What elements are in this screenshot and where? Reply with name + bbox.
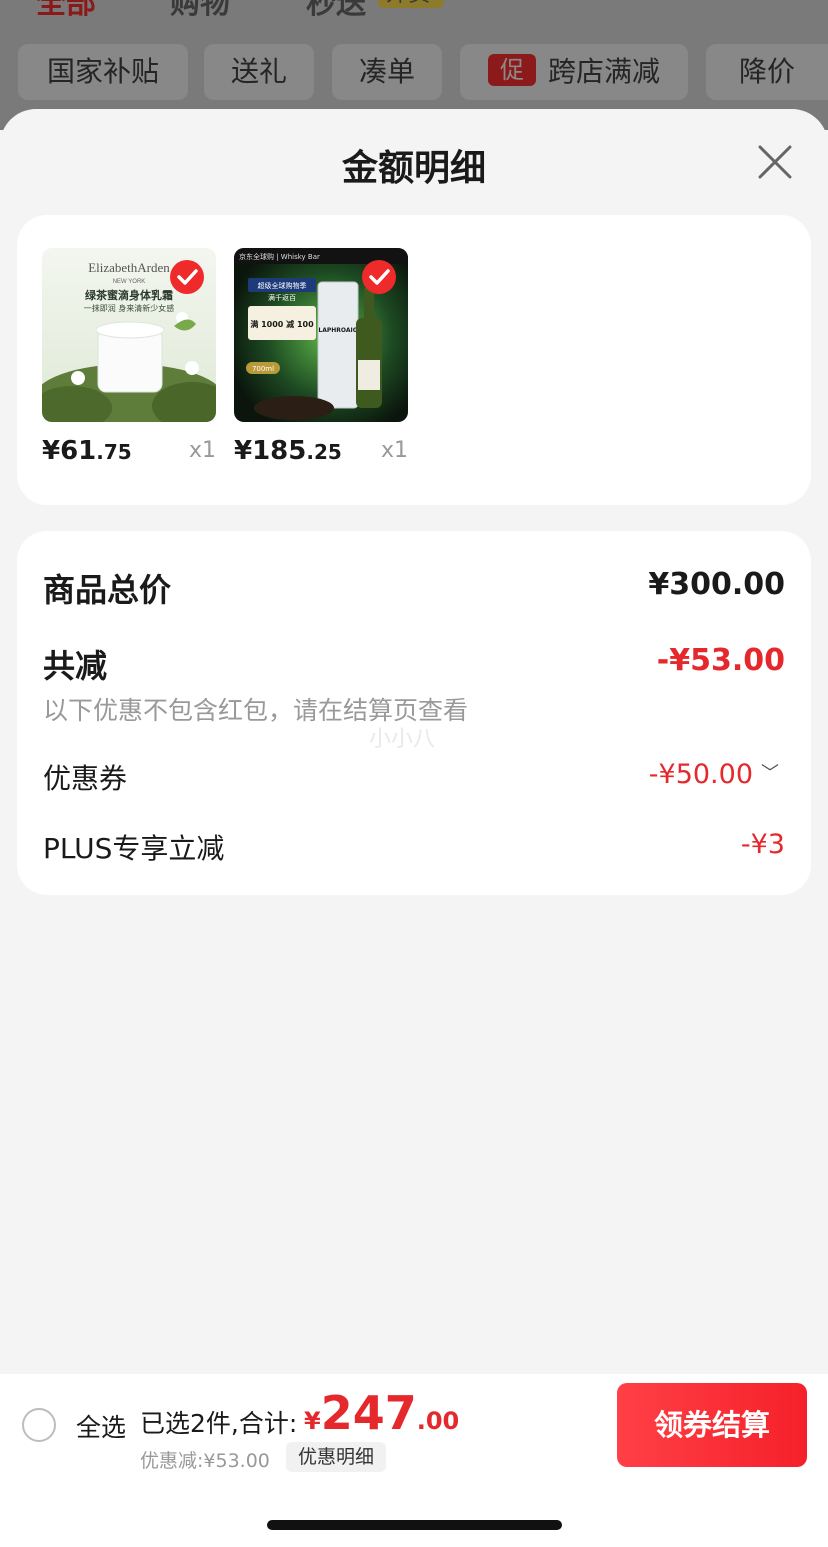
price-summary-card: 商品总价 ¥300.00 共减 -¥53.00 以下优惠不包含红包，请在结算页查…	[17, 531, 811, 895]
chevron-down-icon[interactable]: ﹀	[761, 759, 779, 785]
price-int: ¥185	[234, 436, 307, 466]
price-int: ¥61	[42, 436, 97, 466]
whisky-header-text: 京东全球购 | Whisky Bar	[239, 252, 320, 261]
chip-label: 跨店满减	[547, 55, 660, 88]
chip-label: 凑单	[358, 55, 415, 88]
checked-icon[interactable]	[362, 260, 396, 294]
product-item[interactable]: 京东全球购 | Whisky Bar 超级全球购物季 满千返百 满 1000 减…	[234, 248, 408, 472]
product-image[interactable]: 京东全球购 | Whisky Bar 超级全球购物季 满千返百 满 1000 减…	[234, 248, 408, 422]
total-int: 247	[320, 1386, 417, 1440]
total-reduction-label: 共减	[43, 647, 108, 685]
select-all-checkbox[interactable]	[22, 1408, 56, 1442]
home-indicator-area	[0, 1474, 828, 1547]
price-row: ¥185.25 x1	[234, 436, 408, 472]
product-quantity: x1	[188, 438, 216, 463]
total-reduction-value: -¥53.00	[656, 643, 785, 678]
checkout-button[interactable]: 领券结算	[617, 1383, 807, 1467]
chip-bundle: 凑单	[332, 44, 442, 100]
coupon-value[interactable]: -¥50.00 ﹀	[649, 759, 779, 790]
whisky-volume-text: 700ml	[252, 365, 274, 373]
product-price: ¥61.75	[42, 436, 132, 466]
total-price-value: ¥300.00	[648, 567, 785, 602]
amount-detail-sheet: 金额明细 ElizabethArden NEW YORK 绿茶蜜滴身体乳霜 一抹…	[0, 109, 828, 1547]
total-price-row: 商品总价 ¥300.00	[43, 565, 785, 609]
total-currency: ¥	[304, 1407, 321, 1435]
home-indicator[interactable]	[267, 1520, 562, 1530]
price-dec: .75	[96, 440, 132, 464]
chip-label: 国家补贴	[46, 55, 159, 88]
discount-detail-button[interactable]: 优惠明细	[286, 1442, 387, 1472]
tab-badge-label: 外卖	[386, 0, 430, 8]
cream-brand-sub-text: NEW YORK	[113, 279, 146, 285]
chip-price-drop: 降价	[706, 44, 828, 100]
plus-discount-label: PLUS专享立减	[43, 832, 225, 865]
chip-cross-store: 促跨店满减	[460, 44, 688, 100]
plus-discount-value: -¥3	[740, 829, 785, 860]
coupon-row[interactable]: 优惠券 -¥50.00 ﹀	[43, 757, 785, 797]
chip-label: 降价	[738, 55, 795, 88]
chip-label: 送礼	[230, 55, 287, 88]
watermark-text: 小小八	[369, 727, 436, 752]
plus-discount-row: PLUS专享立减 -¥3	[43, 827, 785, 867]
cream-tagline-sub-text: 一抹即润 身来清新少女感	[84, 303, 175, 313]
whisky-promo-line1: 超级全球购物季	[258, 281, 307, 290]
chip-gift: 送礼	[204, 44, 314, 100]
tab-all: 全部	[36, 0, 96, 21]
tab-shopping: 购物	[170, 0, 230, 21]
background-tabs: 全部 购物 秒送 外卖	[0, 0, 828, 21]
select-all-label[interactable]: 全选	[76, 1408, 126, 1444]
cream-tagline-text: 绿茶蜜滴身体乳霜	[85, 288, 173, 302]
whisky-promo-line2: 满千返百	[268, 293, 296, 302]
total-reduction-row: 共减 -¥53.00	[43, 641, 785, 685]
price-row: ¥61.75 x1	[42, 436, 216, 472]
close-icon[interactable]	[758, 145, 792, 179]
product-card: ElizabethArden NEW YORK 绿茶蜜滴身体乳霜 一抹即润 身来…	[17, 215, 811, 505]
checkmark-icon	[177, 269, 198, 285]
selected-count-text: 已选2件,合计:	[140, 1409, 298, 1438]
chip-national-subsidy: 国家补贴	[18, 44, 188, 100]
whisky-promo-line3: 满 1000 减 100	[250, 319, 314, 329]
total-price-label: 商品总价	[43, 571, 172, 609]
promo-tag: 促	[487, 54, 536, 86]
tab-instant: 秒送	[306, 0, 366, 21]
coupon-value-text: -¥50.00	[648, 759, 753, 790]
total-dec: .00	[416, 1407, 460, 1435]
filter-chips: 国家补贴 送礼 凑单 促跨店满减 降价	[0, 44, 828, 100]
grand-total: ¥247.00	[304, 1386, 459, 1440]
coupon-label: 优惠券	[43, 762, 128, 795]
checkmark-icon	[369, 269, 390, 285]
cream-brand-text: ElizabethArden	[88, 260, 170, 275]
whisky-bottle-label: LAPHROAIG	[318, 327, 357, 334]
price-dec: .25	[306, 440, 342, 464]
sheet-title: 金额明细	[341, 148, 486, 189]
checkout-bar: 全选 已选2件,合计: ¥247.00 优惠减:¥53.00 优惠明细 领券结算	[0, 1374, 828, 1474]
product-item[interactable]: ElizabethArden NEW YORK 绿茶蜜滴身体乳霜 一抹即润 身来…	[42, 248, 216, 472]
product-image[interactable]: ElizabethArden NEW YORK 绿茶蜜滴身体乳霜 一抹即润 身来…	[42, 248, 216, 422]
product-price: ¥185.25	[234, 436, 342, 466]
checked-icon[interactable]	[170, 260, 204, 294]
discount-text: 优惠减:¥53.00	[140, 1450, 270, 1472]
tab-badge: 外卖	[378, 0, 444, 8]
product-quantity: x1	[380, 438, 408, 463]
